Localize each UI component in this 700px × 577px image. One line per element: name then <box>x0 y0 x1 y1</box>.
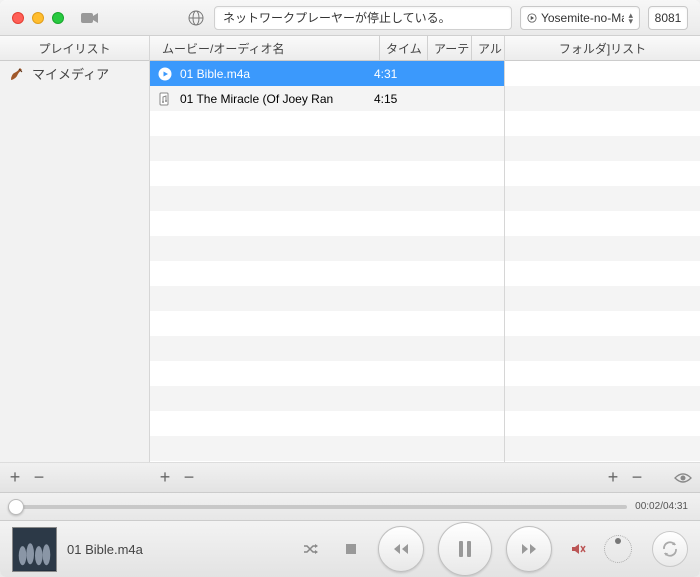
minimize-window-button[interactable] <box>32 12 44 24</box>
pause-button[interactable] <box>438 522 492 576</box>
track-row[interactable]: 01 Bible.m4a 4:31 <box>150 61 504 86</box>
stop-button[interactable] <box>336 534 366 564</box>
album-art[interactable] <box>12 527 57 572</box>
prev-button[interactable] <box>378 526 424 572</box>
column-media-name[interactable]: ムービー/オーディオ名 <box>156 36 380 60</box>
time-display: 00:02/04:31 <box>635 501 688 512</box>
media-header: ムービー/オーディオ名 タイム アーテ アル <box>150 36 504 61</box>
playlist-header[interactable]: プレイリスト <box>0 36 149 61</box>
media-remove-button[interactable]: − <box>182 467 196 488</box>
network-icon[interactable] <box>186 8 206 28</box>
track-row[interactable]: 01 The Miracle (Of Joey Ran 4:15 <box>150 86 504 111</box>
media-add-button[interactable]: + <box>158 467 172 488</box>
device-dropdown[interactable]: Yosemite-no-MacB ▴▾ <box>520 6 640 30</box>
traffic-lights <box>12 12 64 24</box>
controls-row: + − + − + − <box>0 463 700 493</box>
now-playing-title: 01 Bible.m4a <box>67 542 143 557</box>
folder-body <box>505 61 700 462</box>
column-time[interactable]: タイム <box>380 36 428 60</box>
port-value: 8081 <box>655 11 682 25</box>
sync-button[interactable] <box>652 531 688 567</box>
playlist-item-mymedia[interactable]: マイメディア <box>0 61 149 86</box>
audio-file-icon <box>156 90 174 108</box>
volume-knob[interactable] <box>604 535 632 563</box>
track-name: 01 The Miracle (Of Joey Ran <box>180 92 374 106</box>
status-text: ネットワークプレーヤーが停止している。 <box>223 9 451 26</box>
dropdown-arrows-icon: ▴▾ <box>628 12 633 24</box>
track-time: 4:15 <box>374 92 422 106</box>
progress-row: 00:02/04:31 <box>0 493 700 521</box>
playlist-remove-button[interactable]: − <box>32 467 46 488</box>
next-button[interactable] <box>506 526 552 572</box>
close-window-button[interactable] <box>12 12 24 24</box>
folder-column: フォルダ]リスト <box>505 36 700 462</box>
app-window: ネットワークプレーヤーが停止している。 Yosemite-no-MacB ▴▾ … <box>0 0 700 577</box>
progress-thumb[interactable] <box>8 499 24 515</box>
progress-slider[interactable] <box>12 505 627 509</box>
port-field[interactable]: 8081 <box>648 6 688 30</box>
column-artist[interactable]: アーテ <box>428 36 472 60</box>
mute-button[interactable] <box>564 534 594 564</box>
playlist-column: プレイリスト マイメディア <box>0 36 150 462</box>
play-indicator-icon <box>156 65 174 83</box>
folder-remove-button[interactable]: − <box>630 467 644 488</box>
violin-icon <box>8 66 24 82</box>
playlist-add-button[interactable]: + <box>8 467 22 488</box>
playlist-item-label: マイメディア <box>32 64 109 83</box>
playlist-body: マイメディア <box>0 61 149 462</box>
track-time: 4:31 <box>374 67 422 81</box>
camera-icon[interactable] <box>80 8 100 28</box>
network-status: ネットワークプレーヤーが停止している。 <box>214 6 512 30</box>
device-name: Yosemite-no-MacB <box>541 11 625 25</box>
folder-add-button[interactable]: + <box>606 467 620 488</box>
folder-header[interactable]: フォルダ]リスト <box>505 36 700 61</box>
column-album[interactable]: アル <box>472 36 504 60</box>
track-name: 01 Bible.m4a <box>180 67 374 81</box>
media-column: ムービー/オーディオ名 タイム アーテ アル 01 Bible.m4a 4:31 <box>150 36 505 462</box>
titlebar: ネットワークプレーヤーが停止している。 Yosemite-no-MacB ▴▾ … <box>0 0 700 36</box>
media-body: 01 Bible.m4a 4:31 01 The Miracle (Of Joe… <box>150 61 504 462</box>
player-row: 01 Bible.m4a <box>0 521 700 577</box>
shuffle-button[interactable] <box>296 534 326 564</box>
content-area: プレイリスト マイメディア ムービー/オーディオ名 タイム アーテ アル <box>0 36 700 463</box>
zoom-window-button[interactable] <box>52 12 64 24</box>
visibility-toggle[interactable] <box>674 472 692 484</box>
